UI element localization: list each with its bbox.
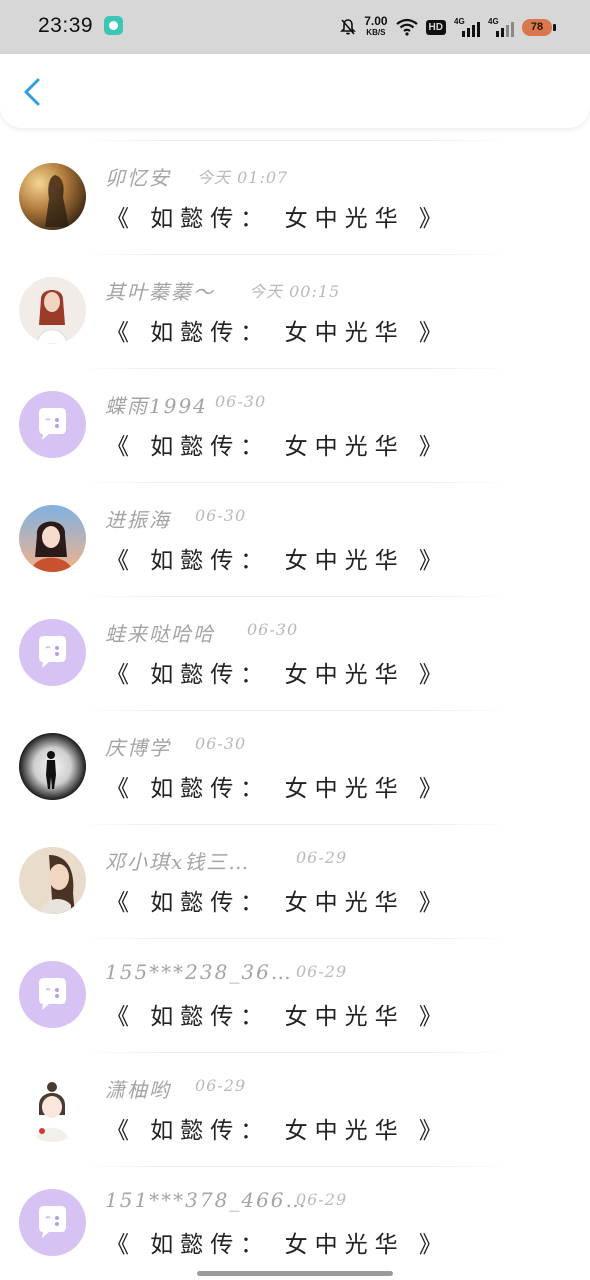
divider: [80, 938, 510, 939]
list-item[interactable]: 其叶蓁蓁～ 今天 00:15 《 如懿传： 女中光华 》: [0, 254, 590, 368]
username: 潇柚哟: [105, 1078, 171, 1102]
message-text: 《 如懿传： 女中光华 》: [106, 890, 449, 916]
username: 151***378_466…: [105, 1188, 308, 1212]
list-item[interactable]: 潇柚哟 06-29 《 如懿传： 女中光华 》: [0, 1052, 590, 1166]
username: 进振海: [105, 508, 171, 532]
message-text: 《 如懿传： 女中光华 》: [106, 320, 449, 346]
timestamp: 06-30: [195, 734, 247, 753]
avatar[interactable]: [19, 163, 86, 230]
avatar[interactable]: [19, 961, 86, 1028]
avatar[interactable]: [19, 619, 86, 686]
nav-bar: [0, 54, 590, 128]
username: 蝶雨1994: [105, 394, 208, 418]
item-meta: 邓小琪x钱三… 06-29: [105, 846, 565, 874]
divider: [80, 824, 510, 825]
username: 其叶蓁蓁～: [105, 280, 215, 304]
status-bar: 23:39 7.00 KB/S HD 4G 4G 78: [0, 0, 590, 54]
message-text: 《 如懿传： 女中光华 》: [106, 206, 449, 232]
divider: [80, 1166, 510, 1167]
app-notification-icon: [104, 16, 123, 35]
username: 庆博学: [105, 736, 171, 760]
item-meta: 155***238_36… 06-29: [105, 960, 565, 988]
item-meta: 其叶蓁蓁～ 今天 00:15: [105, 276, 565, 304]
timestamp: 06-30: [247, 620, 299, 639]
list-item[interactable]: 151***378_466… 06-29 《 如懿传： 女中光华 》: [0, 1166, 590, 1280]
timestamp: 06-30: [195, 506, 247, 525]
signal-icon: 4G: [454, 17, 480, 37]
message-text: 《 如懿传： 女中光华 》: [106, 434, 449, 460]
divider: [80, 254, 510, 255]
divider: [80, 368, 510, 369]
message-text: 《 如懿传： 女中光华 》: [106, 662, 449, 688]
divider: [80, 1052, 510, 1053]
message-text: 《 如懿传： 女中光华 》: [106, 1232, 449, 1258]
signal-icon: 4G: [488, 17, 514, 37]
divider: [80, 596, 510, 597]
avatar[interactable]: [19, 391, 86, 458]
list-item[interactable]: 155***238_36… 06-29 《 如懿传： 女中光华 》: [0, 938, 590, 1052]
status-icons: 7.00 KB/S HD 4G 4G 78: [340, 12, 556, 42]
divider: [80, 710, 510, 711]
avatar[interactable]: [19, 505, 86, 572]
item-meta: 卯忆安 今天 01:07: [105, 162, 565, 190]
timestamp: 今天 00:15: [249, 282, 341, 301]
message-text: 《 如懿传： 女中光华 》: [106, 1004, 449, 1030]
list-item[interactable]: 庆博学 06-30 《 如懿传： 女中光华 》: [0, 710, 590, 824]
item-meta: 蛙来哒哈哈 06-30: [105, 618, 565, 646]
username: 蛙来哒哈哈: [105, 622, 215, 646]
divider: [80, 482, 510, 483]
network-speed: 7.00 KB/S: [364, 14, 388, 37]
item-meta: 蝶雨1994 06-30: [105, 390, 565, 418]
battery-icon: 78: [522, 18, 556, 36]
item-meta: 151***378_466… 06-29: [105, 1188, 565, 1216]
avatar[interactable]: [19, 277, 86, 344]
timestamp: 06-29: [296, 848, 348, 867]
list-item[interactable]: 蝶雨1994 06-30 《 如懿传： 女中光华 》: [0, 368, 590, 482]
back-button[interactable]: [14, 72, 54, 112]
item-meta: 庆博学 06-30: [105, 732, 565, 760]
username: 卯忆安: [105, 166, 171, 190]
timestamp: 今天 01:07: [197, 168, 289, 187]
mute-bell-icon: [340, 19, 357, 35]
wifi-icon: [395, 18, 418, 36]
list-item[interactable]: 卯忆安 今天 01:07 《 如懿传： 女中光华 》: [0, 140, 590, 254]
avatar[interactable]: [19, 847, 86, 914]
network-speed-unit: KB/S: [366, 28, 386, 37]
timestamp: 06-29: [195, 1076, 247, 1095]
hd-icon: HD: [425, 19, 446, 35]
list-item[interactable]: 进振海 06-30 《 如懿传： 女中光华 》: [0, 482, 590, 596]
list-item[interactable]: 蛙来哒哈哈 06-30 《 如懿传： 女中光华 》: [0, 596, 590, 710]
message-text: 《 如懿传： 女中光华 》: [106, 548, 449, 574]
username: 155***238_36…: [105, 960, 293, 984]
timestamp: 06-29: [296, 962, 348, 981]
message-text: 《 如懿传： 女中光华 》: [106, 1118, 449, 1144]
timestamp: 06-30: [215, 392, 267, 411]
item-meta: 进振海 06-30: [105, 504, 565, 532]
avatar[interactable]: [19, 1075, 86, 1142]
divider: [80, 140, 510, 141]
home-indicator[interactable]: [197, 1271, 393, 1276]
message-text: 《 如懿传： 女中光华 》: [106, 776, 449, 802]
message-list: 卯忆安 今天 01:07 《 如懿传： 女中光华 》 其叶蓁蓁～ 今天 00:1…: [0, 140, 590, 1280]
item-meta: 潇柚哟 06-29: [105, 1074, 565, 1102]
avatar[interactable]: [19, 733, 86, 800]
timestamp: 06-29: [296, 1190, 348, 1209]
list-item[interactable]: 邓小琪x钱三… 06-29 《 如懿传： 女中光华 》: [0, 824, 590, 938]
network-speed-value: 7.00: [364, 14, 388, 28]
status-time: 23:39: [38, 14, 94, 37]
chevron-left-icon: [24, 78, 40, 106]
username: 邓小琪x钱三…: [105, 850, 251, 874]
avatar[interactable]: [19, 1189, 86, 1256]
